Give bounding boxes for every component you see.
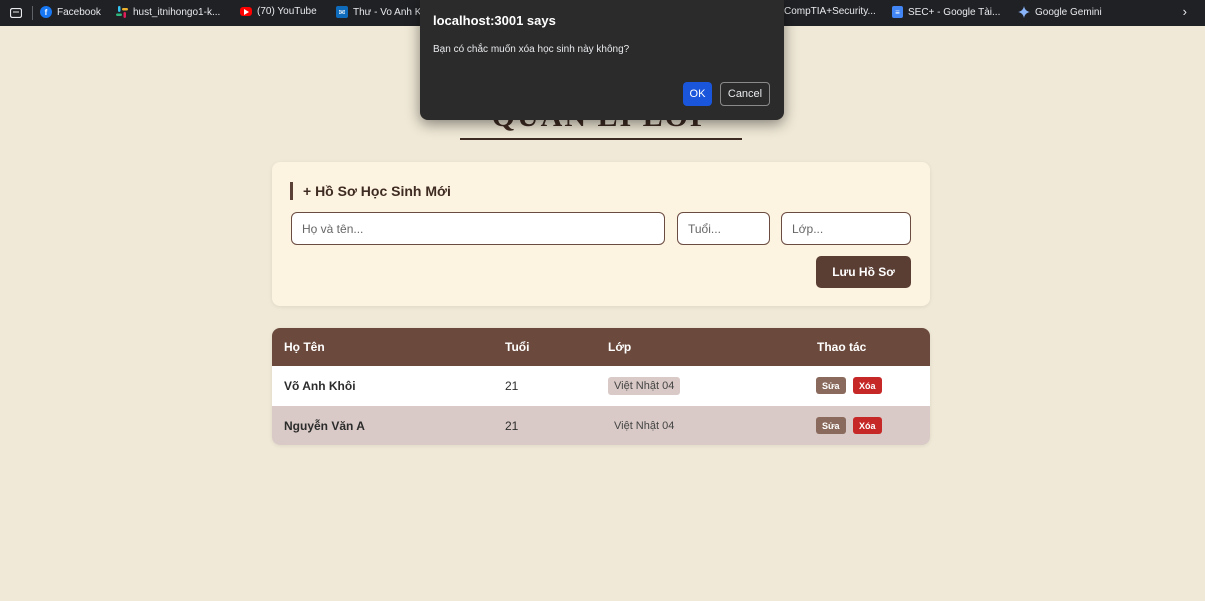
students-table: Họ Tên Tuổi Lớp Thao tác Võ Anh Khôi 21 …	[272, 328, 930, 445]
student-class-badge: Việt Nhật 04	[608, 377, 681, 395]
age-input[interactable]	[677, 212, 770, 245]
student-name: Võ Anh Khôi	[284, 379, 356, 393]
save-profile-button[interactable]: Lưu Hồ Sơ	[816, 256, 911, 288]
bookmark-youtube[interactable]: (70) YouTube	[240, 6, 317, 17]
edit-button[interactable]: Sửa	[816, 417, 846, 434]
header-name: Họ Tên	[284, 340, 325, 354]
table-row: Nguyễn Văn A 21 Việt Nhật 04 Sửa Xóa	[272, 406, 930, 445]
header-age: Tuổi	[505, 340, 530, 354]
bookmarks-divider	[32, 6, 33, 20]
gemini-icon	[1018, 6, 1030, 18]
youtube-icon	[240, 7, 252, 16]
bookmark-sec-docs[interactable]: ≡ SEC+ - Google Tài...	[892, 6, 1000, 18]
title-underline	[460, 138, 742, 140]
confirm-dialog: localhost:3001 says Bạn có chắc muốn xóa…	[420, 0, 784, 120]
student-class-badge: Việt Nhật 04	[614, 420, 675, 432]
dialog-title: localhost:3001 says	[433, 13, 556, 28]
delete-button[interactable]: Xóa	[853, 377, 882, 394]
edit-button[interactable]: Sửa	[816, 377, 846, 394]
bookmark-comptia[interactable]: CompTIA+Security...	[784, 6, 876, 17]
header-class: Lớp	[608, 340, 632, 354]
table-header: Họ Tên Tuổi Lớp Thao tác	[272, 328, 930, 366]
bookmarks-overflow-chevron-icon[interactable]: ›	[1183, 4, 1187, 19]
tab-search-icon[interactable]	[8, 7, 24, 19]
docs-icon: ≡	[892, 6, 903, 18]
student-age: 21	[505, 379, 519, 393]
header-actions: Thao tác	[817, 340, 867, 354]
slack-icon	[116, 6, 128, 18]
name-input[interactable]	[291, 212, 665, 245]
bookmark-outlook[interactable]: ✉ Thư - Vo Anh Kl	[336, 6, 424, 18]
delete-button[interactable]: Xóa	[853, 417, 882, 434]
student-name: Nguyễn Văn A	[284, 419, 365, 433]
facebook-icon: f	[40, 6, 52, 18]
table-row: Võ Anh Khôi 21 Việt Nhật 04 Sửa Xóa	[272, 366, 930, 406]
ok-button[interactable]: OK	[683, 82, 712, 106]
bookmark-gemini[interactable]: Google Gemini	[1018, 6, 1102, 18]
form-heading: + Hồ Sơ Học Sinh Mới	[290, 182, 451, 200]
bookmark-facebook[interactable]: f Facebook	[40, 6, 101, 18]
bookmark-slack[interactable]: hust_itnihongo1-k...	[116, 6, 220, 18]
student-age: 21	[505, 419, 519, 433]
outlook-icon: ✉	[336, 6, 348, 18]
cancel-button[interactable]: Cancel	[720, 82, 770, 106]
class-input[interactable]	[781, 212, 911, 245]
dialog-message: Bạn có chắc muốn xóa học sinh này không?	[433, 44, 630, 55]
new-student-form: + Hồ Sơ Học Sinh Mới Lưu Hồ Sơ	[272, 162, 930, 306]
